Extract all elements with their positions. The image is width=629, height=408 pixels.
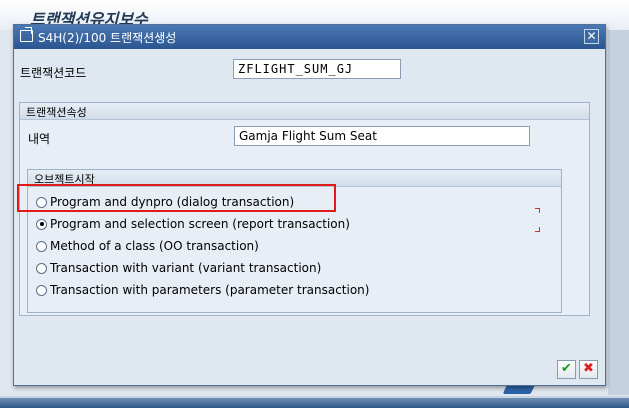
- selection-highlight-box: [17, 184, 336, 212]
- description-field[interactable]: Gamja Flight Sum Seat: [234, 126, 530, 146]
- option-parameter-transaction[interactable]: Transaction with parameters (parameter t…: [36, 281, 369, 299]
- option-label: Transaction with variant (variant transa…: [50, 261, 322, 275]
- radio-button[interactable]: [36, 262, 47, 274]
- transaction-attributes-title: 트랜잭션속성: [20, 103, 589, 120]
- option-report-transaction[interactable]: Program and selection screen (report tra…: [36, 215, 350, 233]
- confirm-button[interactable]: ✔: [557, 360, 576, 379]
- external-window-icon: [20, 30, 33, 42]
- app-side-panel: [608, 30, 629, 395]
- option-label: Program and selection screen (report tra…: [50, 217, 350, 231]
- transaction-code-label: 트랜잭션코드: [20, 66, 87, 80]
- option-label: Method of a class (OO transaction): [50, 239, 259, 253]
- option-label: Transaction with parameters (parameter t…: [50, 283, 370, 297]
- focus-corner-mark: [535, 208, 540, 213]
- focus-corner-mark: [535, 227, 540, 232]
- radio-button[interactable]: [36, 284, 47, 296]
- close-button[interactable]: ✕: [584, 29, 599, 44]
- option-oo-transaction[interactable]: Method of a class (OO transaction): [36, 237, 259, 255]
- dialog-title: S4H(2)/100 트랜잭션생성: [38, 31, 177, 45]
- transaction-code-field[interactable]: ZFLIGHT_SUM_GJ: [233, 59, 401, 79]
- dialog-titlebar[interactable]: S4H(2)/100 트랜잭션생성 ✕: [14, 25, 605, 49]
- option-variant-transaction[interactable]: Transaction with variant (variant transa…: [36, 259, 321, 277]
- radio-button[interactable]: [36, 240, 47, 252]
- cancel-button[interactable]: ✖: [579, 360, 598, 379]
- description-label: 내역: [28, 132, 51, 146]
- radio-button-selected[interactable]: [36, 218, 47, 230]
- app-status-bar: [0, 396, 629, 408]
